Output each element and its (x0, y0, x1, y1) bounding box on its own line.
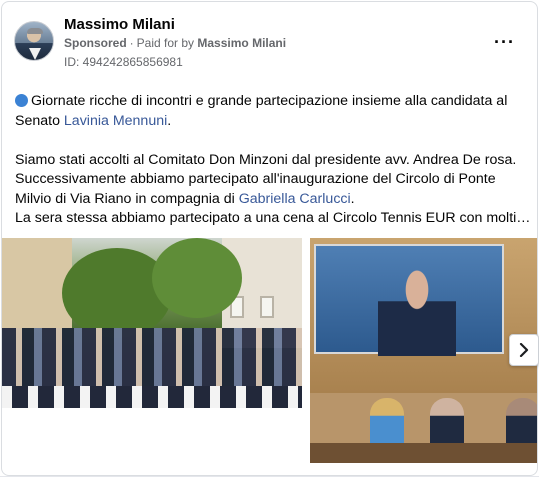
sponsored-post-card: Massimo Milani Sponsored · Paid for by Mas… (1, 1, 538, 476)
window (260, 296, 274, 318)
blue-circle-icon (15, 94, 28, 107)
screen-speaker (378, 264, 456, 356)
post-paragraph-1: Giornate ricche di incontri e grande par… (15, 92, 520, 131)
paid-for-prefix: Paid for by (136, 36, 195, 50)
building-left (2, 238, 72, 328)
chevron-right-glyph (519, 343, 529, 357)
projection-screen (314, 244, 504, 356)
tree (152, 238, 242, 318)
post-paragraph-2: Siamo stati accolti al Comitato Don Minz… (15, 151, 520, 210)
sponsored-label: Sponsored (64, 36, 127, 50)
event-garden-photo[interactable] (2, 238, 302, 408)
avatar-hair (27, 28, 43, 34)
post-meta: Sponsored · Paid for by Massimo Milani (64, 36, 286, 50)
panelist (370, 398, 404, 448)
paragraph-1-end: . (167, 112, 172, 129)
gabriella-carlucci-link[interactable]: Gabriella Carlucci (239, 191, 351, 207)
ad-id: ID: 494242865856981 (64, 55, 183, 69)
paid-for-name[interactable]: Massimo Milani (197, 36, 286, 50)
panelist (430, 398, 464, 448)
more-horizontal-icon[interactable]: ··· (494, 32, 515, 53)
avatar-shirt (29, 48, 41, 60)
lavinia-mennuni-link[interactable]: Lavinia Mennuni (64, 113, 167, 129)
paragraph-2-end: . (350, 190, 355, 207)
chevron-right-icon[interactable] (509, 334, 539, 366)
author-name[interactable]: Massimo Milani (64, 16, 175, 33)
panelist (506, 398, 537, 448)
post-paragraph-3: La sera stessa abbiamo partecipato a una… (15, 210, 531, 226)
chairs-row (2, 386, 302, 408)
post-body: Giornate ricche di incontri e grande par… (15, 92, 531, 229)
panel-table (310, 443, 537, 463)
conference-photo[interactable] (310, 238, 537, 463)
meta-separator: · (129, 36, 134, 50)
author-avatar[interactable] (14, 21, 54, 61)
card-bottom-divider (0, 476, 539, 477)
